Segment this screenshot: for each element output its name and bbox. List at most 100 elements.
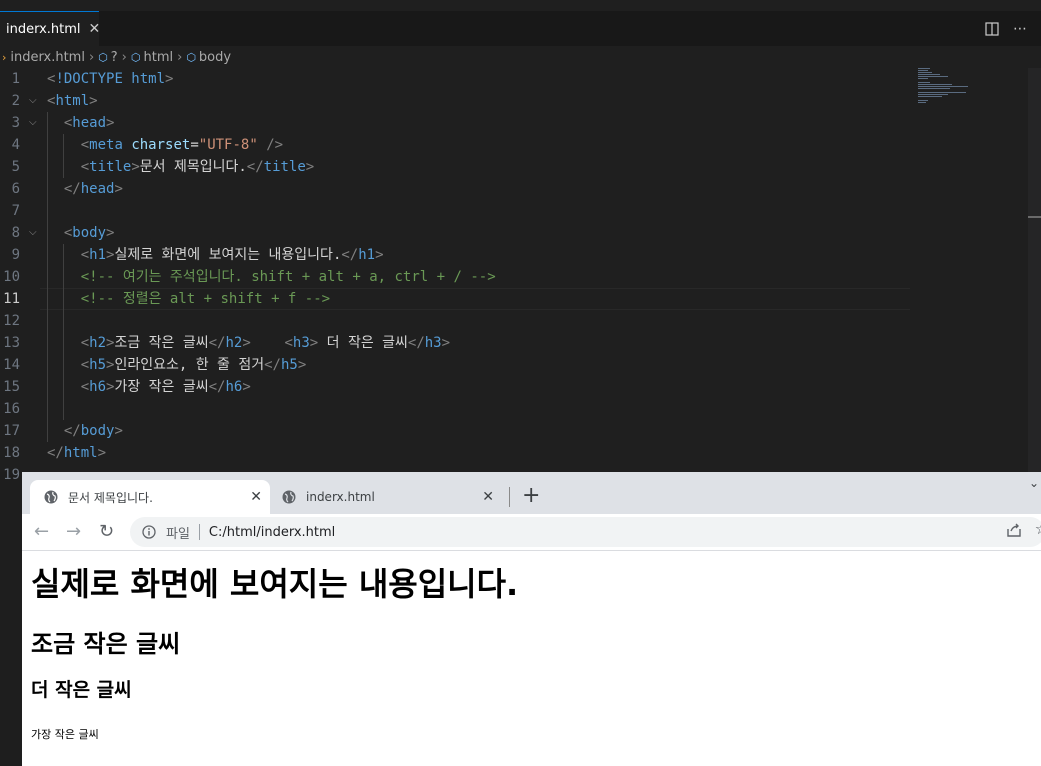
line-number: 5 [11, 159, 20, 175]
editor-tab-inderx[interactable]: inderx.html ✕ [0, 11, 101, 46]
code-token: title [89, 159, 132, 175]
code-token: body [80, 423, 115, 439]
browser-tab-active[interactable]: 문서 제목입니다. ✕ [30, 480, 270, 514]
code-token: > [305, 159, 315, 175]
code-line[interactable]: 17 </body> [0, 420, 910, 442]
back-arrow-icon[interactable]: ← [34, 520, 49, 544]
line-number: 7 [11, 203, 20, 219]
page-heading-h2: 조금 작은 글씨 [31, 630, 181, 658]
line-number: 3 [11, 115, 20, 131]
code-line[interactable]: 18 </html> [0, 442, 910, 464]
code-token: </ [47, 445, 64, 461]
new-tab-button[interactable]: + [522, 482, 540, 510]
minimap[interactable] [918, 68, 978, 108]
page-heading-h6: 가장 작은 글씨 [31, 728, 99, 741]
code-token: </ [407, 335, 425, 351]
code-token: > [441, 335, 451, 351]
line-number: 11 [3, 291, 20, 307]
code-line[interactable]: 1 <!DOCTYPE html> [0, 68, 910, 90]
code-line[interactable]: 9 <h1>실제로 화면에 보여지는 내용입니다.</h1> [0, 244, 910, 266]
code-token: body [72, 225, 107, 241]
web-page-content: 실제로 화면에 보여지는 내용입니다. 조금 작은 글씨 더 작은 글씨 가장 … [22, 551, 1041, 766]
code-token: h2 [89, 335, 107, 351]
browser-tab-title: inderx.html [306, 490, 375, 504]
breadcrumb-unknown[interactable]: ? [111, 50, 118, 65]
code-line[interactable]: 6 </head> [0, 178, 910, 200]
close-tab-icon[interactable]: ✕ [250, 489, 262, 505]
code-token: title [263, 159, 306, 175]
code-line[interactable]: 16 [0, 398, 910, 420]
code-token: </ [264, 357, 281, 373]
code-token: !DOCTYPE html [55, 71, 166, 87]
close-icon[interactable]: ✕ [89, 21, 101, 37]
reload-icon[interactable]: ↻ [99, 520, 114, 544]
code-line[interactable]: 8 ⌵ <body> [0, 222, 910, 244]
line-number: 13 [3, 335, 20, 351]
code-line[interactable]: 14 <h5>인라인요소, 한 줄 점거</h5> [0, 354, 910, 376]
tab-search-icon[interactable]: ⌄ [1029, 476, 1039, 490]
bookmark-star-icon[interactable]: ☆ [1035, 519, 1041, 538]
code-token: </ [208, 335, 226, 351]
code-token: h1 [358, 247, 376, 263]
code-token: > [375, 247, 384, 263]
code-token: > [297, 357, 307, 373]
code-line[interactable]: 15 <h6>가장 작은 글씨</h6> [0, 376, 910, 398]
share-icon[interactable] [1005, 521, 1023, 539]
code-line[interactable]: 2 ⌵ <html> [0, 90, 910, 112]
code-line[interactable]: 7 [0, 200, 910, 222]
fold-chevron-icon[interactable]: ⌵ [29, 112, 37, 134]
code-line[interactable]: 12 [0, 310, 910, 332]
code-line[interactable]: 10 <!-- 여기는 주석입니다. shift + alt + a, ctrl… [0, 266, 910, 288]
code-line[interactable]: 11 <!-- 정렬은 alt + shift + f --> [0, 288, 910, 310]
split-editor-icon[interactable] [985, 21, 999, 36]
info-icon[interactable] [142, 525, 156, 539]
editor-tab-label: inderx.html [6, 21, 81, 37]
code-token: </ [208, 379, 226, 395]
line-number: 18 [3, 445, 20, 461]
fold-chevron-icon[interactable]: ⌵ [29, 222, 37, 244]
code-token: h5 [280, 357, 298, 373]
address-bar[interactable]: 파일 C:/html/inderx.html ☆ [130, 517, 1041, 547]
close-tab-icon[interactable]: ✕ [482, 489, 494, 505]
code-line[interactable]: 13 <h2>조금 작은 글씨</h2> <h3> 더 작은 글씨</h3> [0, 332, 910, 354]
code-token: h3 [292, 335, 310, 351]
line-number: 9 [11, 247, 20, 263]
code-line[interactable]: 4 <meta charset="UTF-8" /> [0, 134, 910, 156]
chevron-right-icon: › [2, 50, 7, 64]
code-token: html [55, 93, 90, 109]
forward-arrow-icon[interactable]: → [66, 520, 81, 544]
address-url[interactable]: C:/html/inderx.html [209, 525, 335, 540]
line-number: 6 [11, 181, 20, 197]
cube-icon: ⬡ [98, 50, 108, 64]
scrollbar-thumb[interactable] [1028, 216, 1041, 218]
code-token: </ [63, 423, 81, 439]
breadcrumb-file[interactable]: inderx.html [10, 50, 85, 65]
cube-icon: ⬡ [186, 50, 196, 64]
more-actions-icon[interactable]: ⋯ [1013, 21, 1027, 37]
code-line[interactable]: 5 <title>문서 제목입니다.</title> [0, 156, 910, 178]
code-text: <h2>조금 작은 글씨</h2> <h3> 더 작은 글씨</h3> [47, 332, 450, 354]
code-token: > [106, 115, 115, 131]
browser-tab-strip: 문서 제목입니다. ✕ inderx.html ✕ + ⌄ [22, 472, 1041, 514]
code-token: > [242, 335, 251, 351]
browser-tab[interactable]: inderx.html ✕ [270, 480, 502, 514]
code-token: /> [266, 137, 284, 153]
breadcrumb-html[interactable]: html [143, 50, 173, 65]
editor-scrollbar[interactable] [1028, 68, 1041, 472]
editor-tab-bar: inderx.html ✕ ⋯ [0, 11, 1041, 47]
code-token: h5 [89, 357, 107, 373]
code-token: > [165, 71, 174, 87]
chevron-right-icon: › [121, 49, 127, 65]
code-token: "UTF-8" [198, 137, 258, 153]
code-editor[interactable]: 1 <!DOCTYPE html> 2 ⌵ <html> 3 ⌵ <head> 4 <meta… [0, 68, 1041, 483]
fold-chevron-icon[interactable]: ⌵ [29, 90, 37, 112]
breadcrumb-body[interactable]: body [199, 50, 231, 65]
line-number: 14 [3, 357, 20, 373]
code-line[interactable]: 3 ⌵ <head> [0, 112, 910, 134]
browser-window: 문서 제목입니다. ✕ inderx.html ✕ + ⌄ ← → ↻ 파일 C… [22, 472, 1041, 766]
code-text: </body> [47, 420, 123, 442]
